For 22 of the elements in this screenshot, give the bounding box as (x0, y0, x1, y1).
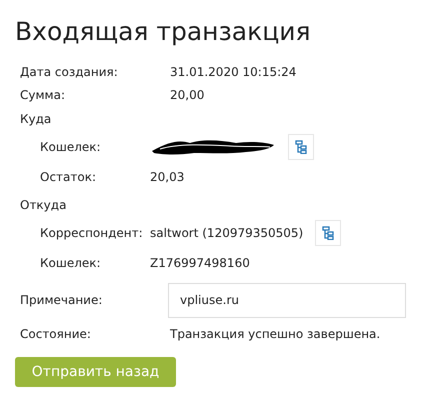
field-value: Z176997498160 (150, 255, 250, 272)
field-value: 20,03 (150, 169, 184, 186)
field-label: Состояние: (20, 326, 92, 342)
tree-icon (322, 226, 334, 240)
field-value: Транзакция успешно завершена. (170, 326, 380, 342)
field-label: Примечание: (20, 292, 104, 309)
page-title: Входящая транзакция (15, 16, 312, 48)
tree-icon (295, 140, 307, 154)
field-label: Остаток: (39, 169, 98, 186)
field-label: Дата создания: (20, 64, 119, 80)
field-label: Кошелек: (39, 139, 102, 156)
field-label: Сумма: (20, 86, 66, 104)
section-label: Куда (20, 111, 52, 128)
field-value: 31.01.2020 10:15:24 (170, 64, 296, 80)
field-label: Корреспондент: (39, 225, 144, 242)
field-label: Кошелек: (39, 255, 102, 272)
field-value: 20,00 (170, 86, 204, 104)
copy-button[interactable] (315, 220, 342, 246)
note-field[interactable]: vpliuse.ru (168, 282, 406, 318)
copy-button[interactable] (288, 134, 314, 160)
section-label: Откуда (20, 197, 66, 214)
field-value: saltwort (120979350505) (150, 225, 304, 242)
